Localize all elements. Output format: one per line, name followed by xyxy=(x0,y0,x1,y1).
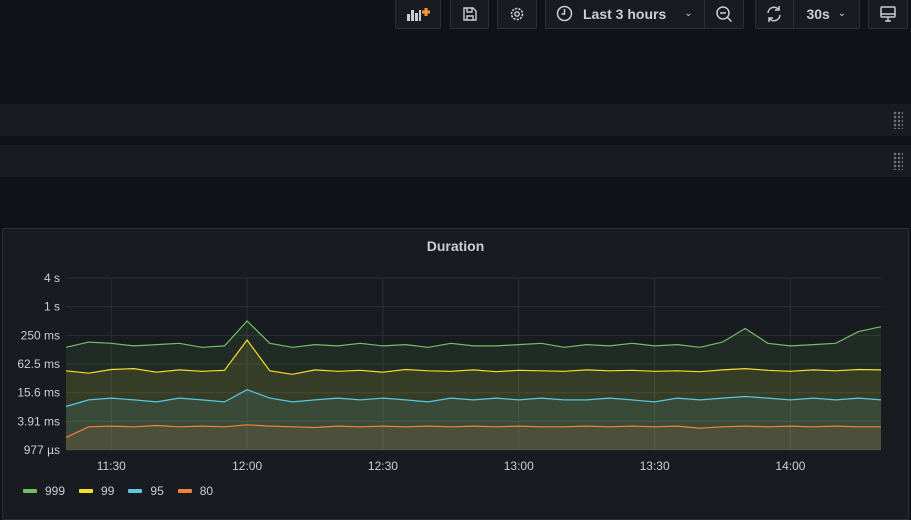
zoom-out-button[interactable] xyxy=(705,0,743,28)
add-panel-icon xyxy=(407,7,430,21)
save-dashboard-button[interactable] xyxy=(450,0,489,29)
legend: 999 99 95 80 xyxy=(23,484,213,498)
y-tick-label: 15.6 ms xyxy=(17,386,60,400)
zoom-out-icon xyxy=(716,5,733,22)
refresh-interval-button[interactable]: 30s ⌄ xyxy=(794,0,859,28)
legend-label: 95 xyxy=(150,484,164,498)
x-tick-label: 13:30 xyxy=(640,459,670,473)
dashboard-row-2[interactable] xyxy=(0,145,911,177)
legend-label: 99 xyxy=(101,484,115,498)
time-range-button[interactable]: Last 3 hours ⌄ xyxy=(546,0,706,28)
dashboard-settings-button[interactable] xyxy=(497,0,537,29)
y-tick-label: 1 s xyxy=(44,300,60,314)
legend-swatch xyxy=(79,489,94,493)
y-tick-label: 4 s xyxy=(44,271,60,285)
legend-label: 999 xyxy=(45,484,66,498)
refresh-picker: 30s ⌄ xyxy=(755,0,860,29)
drag-handle-icon[interactable] xyxy=(893,111,903,129)
legend-item-99[interactable]: 99 xyxy=(79,484,114,498)
x-tick-label: 14:00 xyxy=(775,459,805,473)
x-tick-label: 12:00 xyxy=(232,459,262,473)
duration-panel: Duration 4 s1 s 250 ms 62.5 ms 15.6 ms 3.91 … xyxy=(2,228,909,520)
legend-swatch xyxy=(23,489,37,493)
x-tick-label: 11:30 xyxy=(97,459,126,473)
legend-item-80[interactable]: 80 xyxy=(177,484,214,498)
clock-icon xyxy=(556,5,573,22)
refresh-interval-label: 30s xyxy=(806,5,830,22)
x-tick-label: 13:00 xyxy=(504,459,534,473)
add-panel-button[interactable] xyxy=(395,0,441,29)
monitor-icon xyxy=(880,5,896,22)
y-tick-label: 3.91 ms xyxy=(17,414,60,428)
refresh-icon xyxy=(767,5,782,22)
legend-item-95[interactable]: 95 xyxy=(128,484,164,498)
tv-mode-button[interactable] xyxy=(868,0,908,29)
refresh-button[interactable] xyxy=(756,0,794,28)
legend-item-999[interactable]: 999 xyxy=(23,484,65,498)
y-tick-label: 977 µs xyxy=(24,443,60,457)
legend-swatch xyxy=(128,489,143,493)
chevron-down-icon: ⌄ xyxy=(837,8,847,19)
x-tick-label: 12:30 xyxy=(368,459,398,473)
series-area-80 xyxy=(66,424,881,450)
gear-icon xyxy=(510,7,524,20)
y-tick-label: 62.5 ms xyxy=(17,357,60,371)
y-tick-label: 250 ms xyxy=(21,328,60,342)
drag-handle-icon[interactable] xyxy=(893,152,903,170)
duration-chart: 4 s 1 s 250 ms 62.5 ms 15.6 ms 3.91 ms 977 µs 1… xyxy=(17,271,882,473)
chevron-down-icon: ⌄ xyxy=(684,8,693,19)
save-icon xyxy=(462,6,477,21)
legend-label: 80 xyxy=(199,484,214,498)
legend-swatch xyxy=(177,489,192,493)
time-picker: Last 3 hours ⌄ xyxy=(545,0,744,29)
time-range-label: Last 3 hours xyxy=(583,5,667,22)
dashboard-row-1[interactable] xyxy=(0,104,911,136)
